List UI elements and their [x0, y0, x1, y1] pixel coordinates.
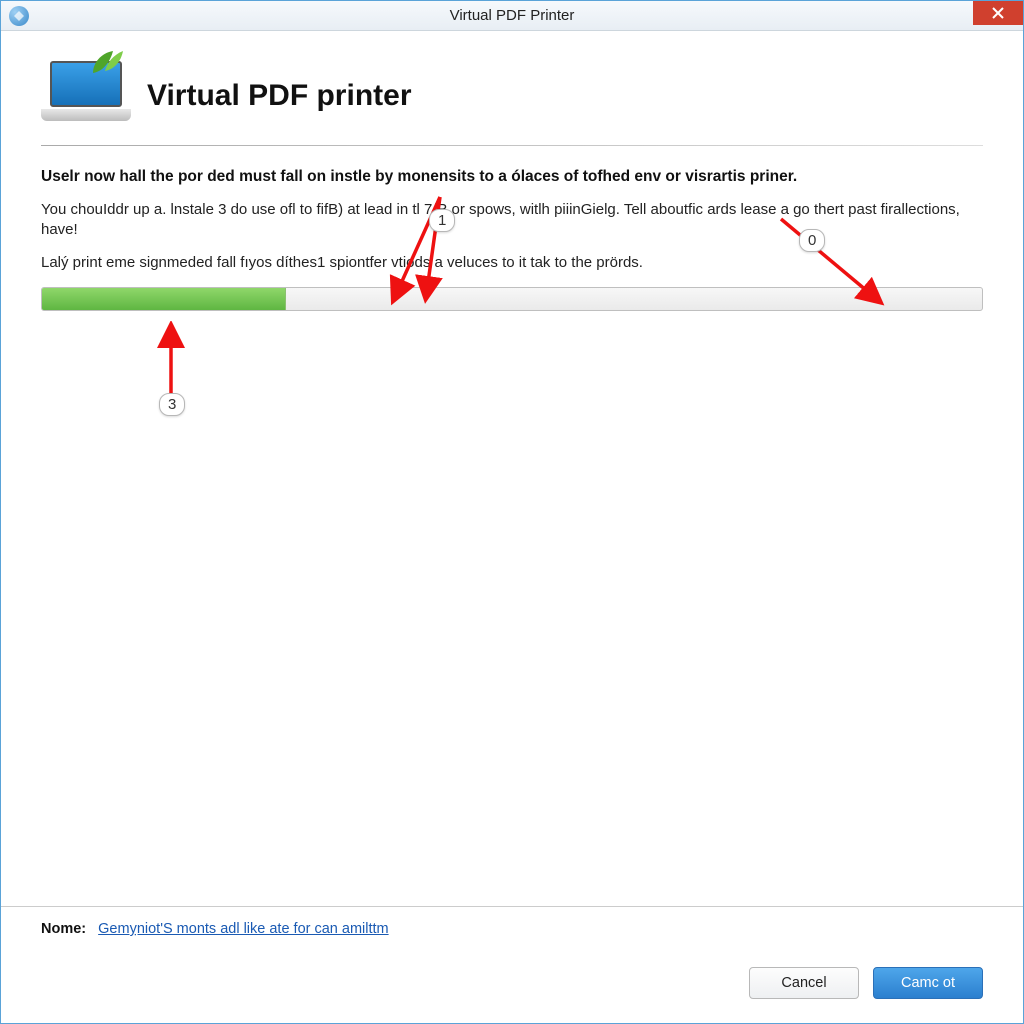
- laptop-icon: [41, 61, 131, 131]
- callout-0: 0: [799, 229, 825, 252]
- close-icon: [992, 7, 1004, 19]
- titlebar: Virtual PDF Printer: [1, 1, 1023, 31]
- leaf-icon: [91, 49, 125, 75]
- close-button[interactable]: [973, 1, 1023, 25]
- progress-fill: [42, 288, 286, 310]
- window-title: Virtual PDF Printer: [450, 7, 575, 24]
- footer-buttons: Cancel Camc ot: [41, 967, 983, 999]
- primary-button[interactable]: Camc ot: [873, 967, 983, 999]
- cancel-button[interactable]: Cancel: [749, 967, 859, 999]
- app-icon: [9, 6, 29, 26]
- page-title: Virtual PDF printer: [147, 79, 412, 113]
- content-area: Virtual PDF printer Uselr now hall the p…: [1, 31, 1023, 906]
- intro-bold-text: Uselr now hall the por ded must fall on …: [41, 168, 983, 186]
- callout-1: 1: [429, 209, 455, 232]
- header-divider: [41, 145, 983, 146]
- footer: Nome: Gemỵniot'S monts adl like ate for …: [1, 906, 1023, 1023]
- installer-window: Virtual PDF Printer Virtual PDF printer …: [0, 0, 1024, 1024]
- header-row: Virtual PDF printer: [41, 61, 983, 131]
- nome-link[interactable]: Gemỵniot'S monts adl like ate for can am…: [98, 921, 388, 937]
- nome-label: Nome:: [41, 921, 86, 937]
- annotation-arrow-3: [151, 321, 191, 401]
- footer-info-row: Nome: Gemỵniot'S monts adl like ate for …: [41, 921, 983, 937]
- annotation-arrow-2: [771, 211, 891, 311]
- callout-3: 3: [159, 393, 185, 416]
